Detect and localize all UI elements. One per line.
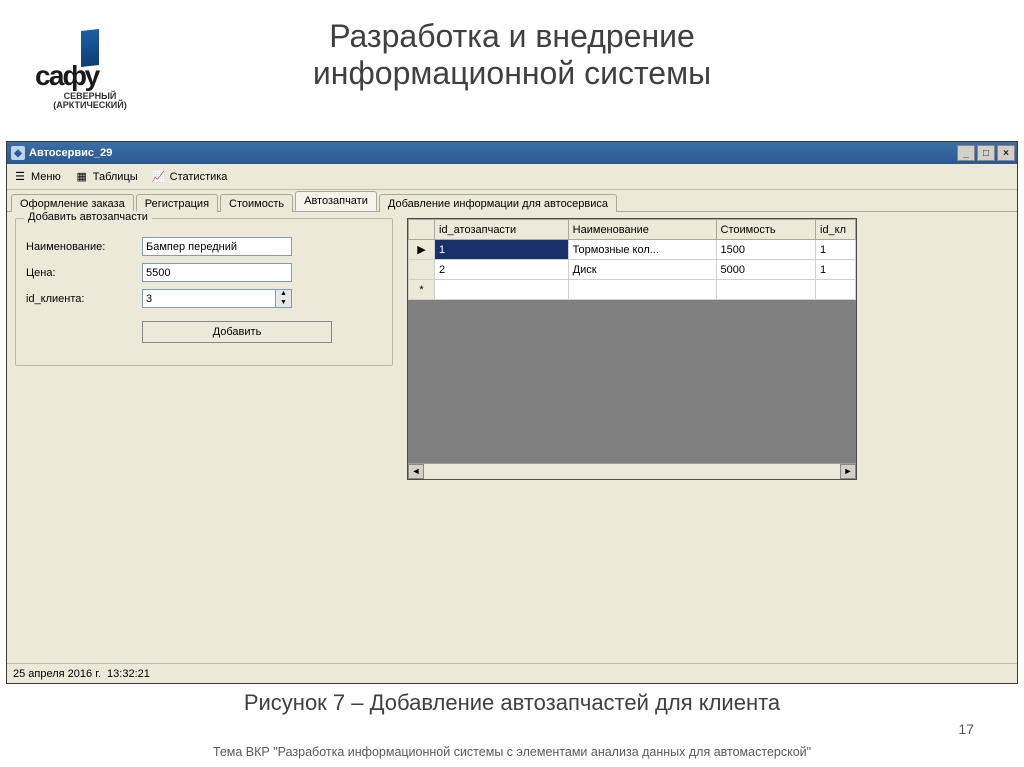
close-button[interactable]: × (997, 145, 1015, 161)
price-label: Цена: (26, 267, 142, 279)
statusbar: 25 апреля 2016 г. 13:32:21 (7, 663, 1017, 683)
parts-grid: id_атозапчасти Наименование Стоимость id… (407, 218, 857, 480)
tab-parts[interactable]: Автозапчати (295, 191, 377, 211)
row-indicator-icon: ▶ (409, 240, 435, 260)
cell-cost[interactable]: 5000 (716, 260, 815, 280)
tab-order[interactable]: Оформление заказа (11, 194, 134, 212)
col-id[interactable]: id_атозапчасти (435, 220, 569, 240)
app-icon: ◆ (11, 146, 25, 160)
grid-header-row: id_атозапчасти Наименование Стоимость id… (409, 220, 856, 240)
maximize-button[interactable]: □ (977, 145, 995, 161)
cell-name[interactable]: Диск (568, 260, 716, 280)
app-window: ◆ Автосервис_29 _ □ × ☰ Меню ▦ Таблицы 📈… (6, 141, 1018, 684)
name-input[interactable] (142, 237, 292, 256)
toolbar-menu[interactable]: ☰ Меню (13, 170, 61, 184)
grid-background (408, 300, 856, 463)
grid-row[interactable]: ▶ 1 Тормозные кол... 1500 1 (409, 240, 856, 260)
toolbar-stats[interactable]: 📈 Статистика (152, 170, 228, 184)
tabstrip: Оформление заказа Регистрация Стоимость … (7, 190, 1017, 212)
grid-row[interactable]: 2 Диск 5000 1 (409, 260, 856, 280)
group-legend: Добавить автозапчасти (24, 211, 152, 223)
scroll-track[interactable] (424, 464, 840, 479)
cell-cost[interactable]: 1500 (716, 240, 815, 260)
title-line1: Разработка и внедрение (329, 18, 695, 54)
status-time: 13:32:21 (107, 668, 150, 680)
slide-footer: Тема ВКР "Разработка информационной сист… (0, 745, 1024, 759)
scroll-right-icon[interactable]: ► (840, 464, 856, 479)
logo: сафу СЕВЕРНЫЙ (АРКТИЧЕСКИЙ) (35, 30, 145, 110)
stepper-up-icon[interactable]: ▲ (276, 290, 291, 299)
status-date: 25 апреля 2016 г. (13, 668, 101, 680)
price-input[interactable] (142, 263, 292, 282)
toolbar: ☰ Меню ▦ Таблицы 📈 Статистика (7, 164, 1017, 190)
cell-name[interactable]: Тормозные кол... (568, 240, 716, 260)
menu-icon: ☰ (13, 170, 27, 184)
toolbar-tables[interactable]: ▦ Таблицы (75, 170, 138, 184)
name-label: Наименование: (26, 241, 142, 253)
slide-title: Разработка и внедрение информационной си… (0, 0, 1024, 98)
tab-register[interactable]: Регистрация (136, 194, 218, 212)
col-cost[interactable]: Стоимость (716, 220, 815, 240)
add-parts-group: Добавить автозапчасти Наименование: Цена… (15, 218, 393, 366)
tab-cost[interactable]: Стоимость (220, 194, 293, 212)
page-number: 17 (958, 721, 974, 737)
window-title: Автосервис_29 (29, 147, 112, 159)
title-line2: информационной системы (313, 55, 711, 91)
titlebar: ◆ Автосервис_29 _ □ × (7, 142, 1017, 164)
cell-id[interactable]: 1 (435, 240, 569, 260)
cell-client[interactable]: 1 (816, 260, 856, 280)
tab-add-info[interactable]: Добавление информации для автосервиса (379, 194, 617, 212)
client-label: id_клиента: (26, 293, 142, 305)
client-input[interactable] (142, 289, 276, 308)
grid-hscrollbar[interactable]: ◄ ► (408, 463, 856, 479)
grid-corner (409, 220, 435, 240)
scroll-left-icon[interactable]: ◄ (408, 464, 424, 479)
col-client[interactable]: id_кл (816, 220, 856, 240)
new-row-icon: * (409, 280, 435, 300)
toolbar-menu-label: Меню (31, 171, 61, 183)
client-area: Добавить автозапчасти Наименование: Цена… (7, 212, 1017, 663)
stepper-down-icon[interactable]: ▼ (276, 299, 291, 308)
toolbar-stats-label: Статистика (170, 171, 228, 183)
table-icon: ▦ (75, 170, 89, 184)
cell-id[interactable]: 2 (435, 260, 569, 280)
client-stepper[interactable]: ▲ ▼ (142, 289, 292, 308)
cell-client[interactable]: 1 (816, 240, 856, 260)
logo-sub2: (АРКТИЧЕСКИЙ) (35, 101, 145, 110)
col-name[interactable]: Наименование (568, 220, 716, 240)
minimize-button[interactable]: _ (957, 145, 975, 161)
grid-new-row[interactable]: * (409, 280, 856, 300)
figure-caption: Рисунок 7 – Добавление автозапчастей для… (0, 690, 1024, 716)
toolbar-tables-label: Таблицы (93, 171, 138, 183)
add-button[interactable]: Добавить (142, 321, 332, 343)
chart-icon: 📈 (152, 170, 166, 184)
